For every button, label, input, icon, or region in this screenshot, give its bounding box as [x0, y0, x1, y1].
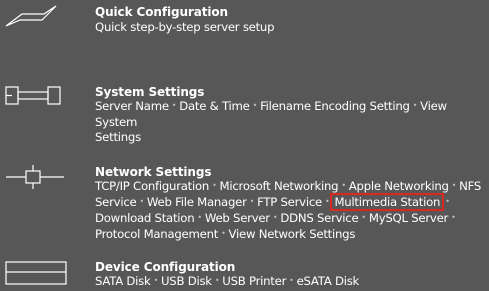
- link-separator: •: [451, 181, 457, 190]
- quick-configuration-description[interactable]: Quick step-by-step server setup: [95, 20, 487, 35]
- section-quick-configuration: Quick Configuration Quick step-by-step s…: [0, 0, 489, 60]
- network-settings-title[interactable]: Network Settings: [95, 165, 211, 180]
- section-network-settings: Network Settings TCP/IP Configuration • Mi…: [0, 163, 489, 243]
- link-usb-printer[interactable]: USB Printer: [222, 274, 286, 288]
- wrench-icon[interactable]: [4, 84, 74, 114]
- link-separator: •: [272, 213, 278, 222]
- link-view-network-settings[interactable]: View Network Settings: [229, 227, 356, 241]
- link-separator: •: [361, 213, 366, 222]
- link-mysql-server[interactable]: MySQL Server: [369, 211, 448, 225]
- link-web-file-manager[interactable]: Web File Manager: [147, 195, 247, 209]
- link-separator: •: [289, 276, 294, 285]
- link-separator: •: [171, 101, 177, 110]
- section-system-settings: System Settings Server Name • Date & Time •…: [0, 82, 489, 144]
- network-settings-links: TCP/IP Configuration • Microsoft Networkin…: [95, 179, 482, 241]
- device-configuration-title[interactable]: Device Configuration: [95, 260, 235, 275]
- link-ddns-service[interactable]: DDNS Service: [280, 211, 358, 225]
- link-separator: •: [197, 213, 202, 222]
- link-usb-disk[interactable]: USB Disk: [161, 274, 212, 288]
- link-filename-encoding[interactable]: Filename Encoding Setting: [260, 99, 410, 113]
- link-date-time[interactable]: Date & Time: [179, 99, 250, 113]
- network-plug-icon[interactable]: [4, 163, 74, 193]
- disk-drive-icon[interactable]: [4, 260, 74, 290]
- link-ftp-service[interactable]: FTP Service: [257, 195, 322, 209]
- link-separator: •: [212, 181, 217, 190]
- system-settings-links: Server Name • Date & Time • Filename Encodin…: [95, 99, 447, 144]
- section-device-configuration: Device Configuration SATA Disk • USB Disk •…: [0, 258, 489, 291]
- lightning-bolt-icon[interactable]: [4, 4, 64, 44]
- link-multimedia-station[interactable]: Multimedia Station: [330, 193, 445, 211]
- link-separator: •: [221, 229, 226, 238]
- link-separator: •: [341, 181, 346, 190]
- link-separator: •: [445, 197, 450, 206]
- link-download-station[interactable]: Download Station: [95, 211, 195, 225]
- link-separator: •: [153, 276, 159, 285]
- link-separator: •: [412, 101, 418, 110]
- device-configuration-links: SATA Disk • USB Disk • USB Printer • eSATA Dis…: [95, 274, 487, 290]
- link-microsoft-networking[interactable]: Microsoft Networking: [220, 179, 339, 193]
- link-separator: •: [249, 197, 255, 206]
- link-server-name[interactable]: Server Name: [95, 99, 169, 113]
- link-protocol-management[interactable]: Protocol Management: [95, 227, 218, 241]
- link-separator: •: [451, 213, 456, 222]
- link-esata-disk[interactable]: eSATA Disk: [297, 274, 360, 288]
- link-web-server[interactable]: Web Server: [205, 211, 270, 225]
- quick-configuration-title[interactable]: Quick Configuration: [95, 5, 228, 20]
- link-separator: •: [214, 276, 220, 285]
- system-settings-title[interactable]: System Settings: [95, 85, 204, 100]
- link-separator: •: [252, 101, 258, 110]
- link-apple-networking[interactable]: Apple Networking: [349, 179, 449, 193]
- link-separator: •: [139, 197, 144, 206]
- link-tcpip-configuration[interactable]: TCP/IP Configuration: [95, 179, 209, 193]
- link-separator: •: [324, 197, 330, 206]
- link-sata-disk[interactable]: SATA Disk: [95, 274, 151, 288]
